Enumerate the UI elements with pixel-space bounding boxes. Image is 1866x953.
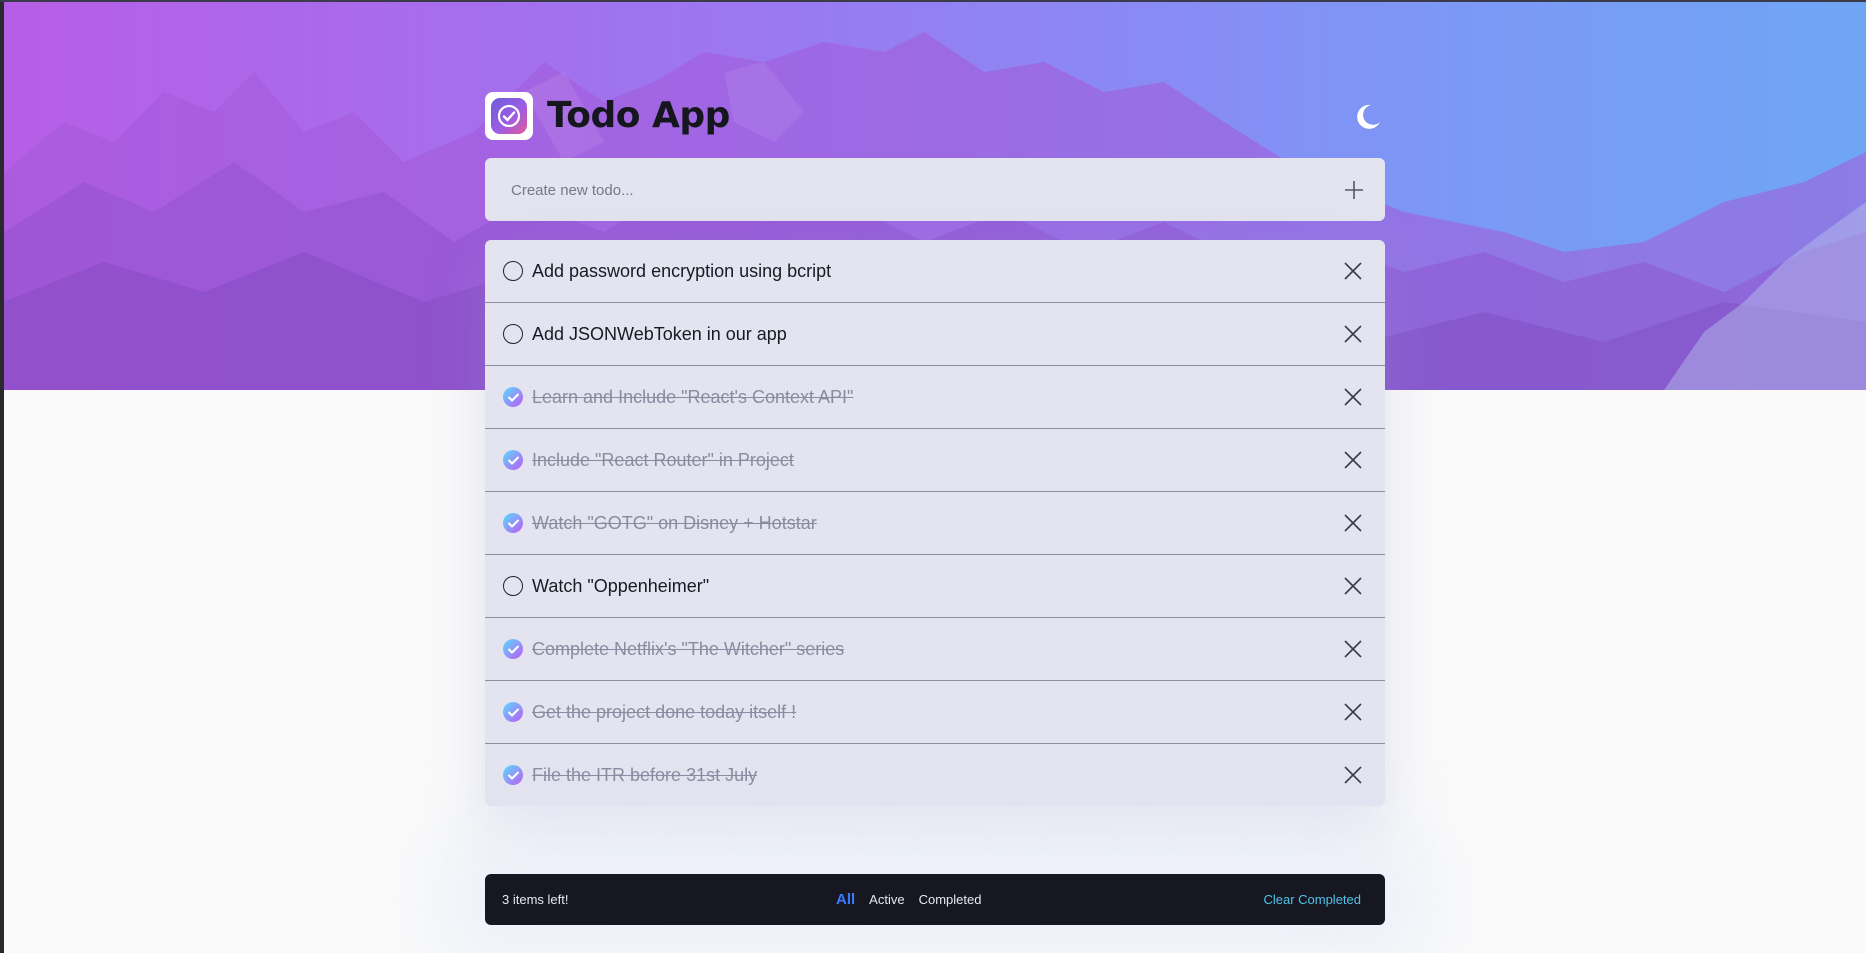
todo-item[interactable]: File the ITR before 31st July [485,744,1385,806]
checked-circle-icon[interactable] [503,765,523,785]
checked-circle-icon[interactable] [503,639,523,659]
filter-all[interactable]: All [836,891,855,908]
filter-group: All Active Completed [836,874,981,925]
filter-active[interactable]: Active [869,892,904,907]
checkmark-badge-icon [491,98,527,134]
todo-item[interactable]: Watch "GOTG" on Disney + Hotstar [485,492,1385,555]
close-icon[interactable] [1343,513,1363,533]
checked-circle-icon[interactable] [503,513,523,533]
close-icon[interactable] [1343,387,1363,407]
todo-item[interactable]: Learn and Include "React's Context API" [485,366,1385,429]
moon-icon[interactable] [1351,100,1385,134]
close-icon[interactable] [1343,324,1363,344]
unchecked-circle-icon[interactable] [503,324,523,344]
clear-completed-button[interactable]: Clear Completed [1263,874,1361,925]
todo-item[interactable]: Watch "Oppenheimer" [485,555,1385,618]
page-title: Todo App [547,95,730,136]
close-icon[interactable] [1343,261,1363,281]
todo-text: Add JSONWebToken in our app [532,324,787,344]
todo-text: Add password encryption using bcript [532,261,832,281]
items-left-count: 3 items left! [502,892,569,907]
checked-circle-icon[interactable] [503,387,523,407]
todo-item[interactable]: Get the project done today itself ! [485,681,1385,744]
todo-footer: 3 items left! All Active Completed Clear… [485,874,1385,925]
new-todo-bar [485,158,1385,223]
todo-text: File the ITR before 31st July [532,765,758,785]
unchecked-circle-icon[interactable] [503,576,523,596]
todo-text: Watch "Oppenheimer" [532,576,710,596]
filter-completed[interactable]: Completed [919,892,982,907]
close-icon[interactable] [1343,765,1363,785]
todo-list: Add password encryption using bcript Add … [485,240,1385,806]
todo-item[interactable]: Add JSONWebToken in our app [485,303,1385,366]
todo-text: Get the project done today itself ! [532,702,797,722]
checked-circle-icon[interactable] [503,702,523,722]
new-todo-input[interactable] [509,158,1313,223]
todo-text: Learn and Include "React's Context API" [532,387,854,407]
close-icon[interactable] [1343,576,1363,596]
todo-item[interactable]: Add password encryption using bcript [485,240,1385,303]
close-icon[interactable] [1343,450,1363,470]
checked-circle-icon[interactable] [503,450,523,470]
todo-text: Include "React Router" in Project [532,450,794,470]
app-logo [485,92,533,140]
todo-text: Complete Netflix's "The Witcher" series [532,639,845,659]
plus-icon[interactable] [1343,179,1365,201]
close-icon[interactable] [1343,702,1363,722]
todo-item[interactable]: Include "React Router" in Project [485,429,1385,492]
todo-text: Watch "GOTG" on Disney + Hotstar [532,513,817,533]
close-icon[interactable] [1343,639,1363,659]
todo-item[interactable]: Complete Netflix's "The Witcher" series [485,618,1385,681]
unchecked-circle-icon[interactable] [503,261,523,281]
app-header: Todo App [485,92,1385,142]
